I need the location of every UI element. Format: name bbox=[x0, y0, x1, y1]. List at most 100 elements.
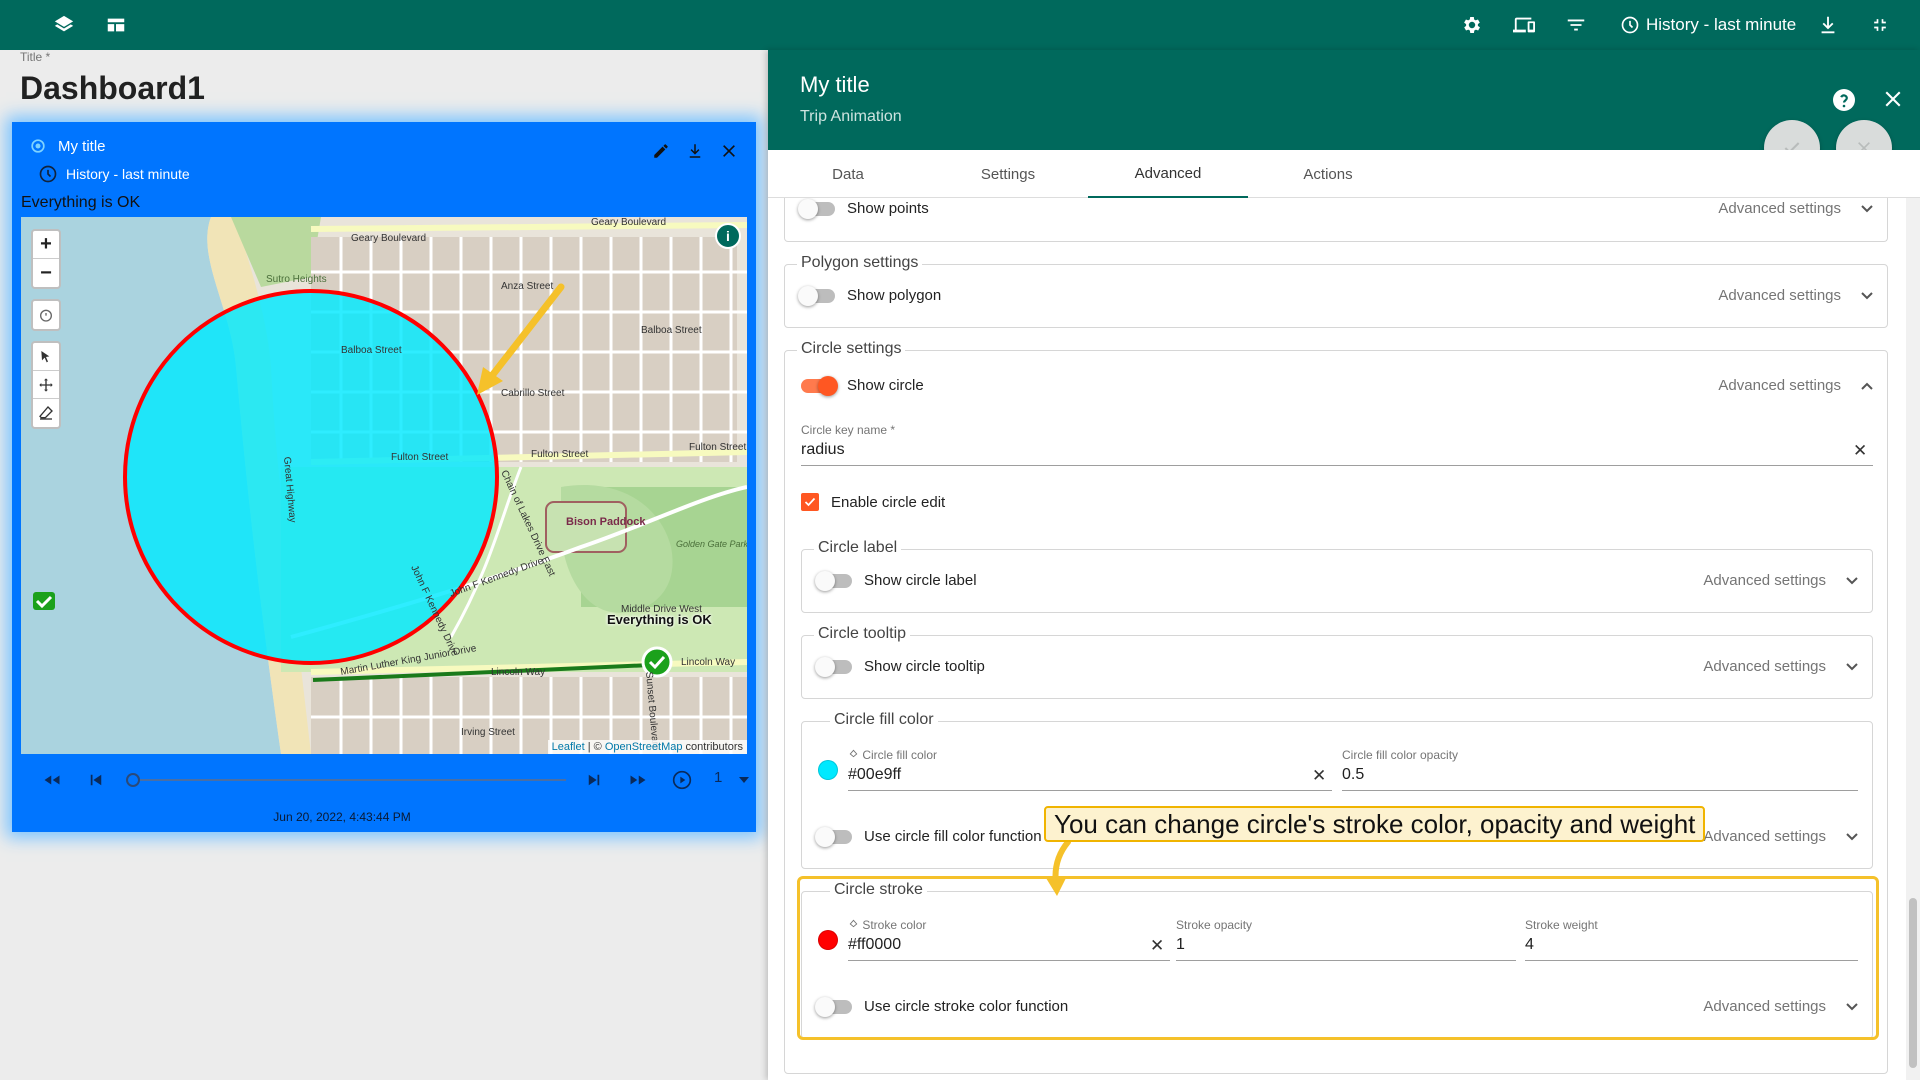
field-underline bbox=[848, 790, 1332, 791]
panel-header: My title Trip Animation bbox=[768, 50, 1920, 150]
filter-icon[interactable] bbox=[1564, 13, 1588, 37]
scrollbar[interactable] bbox=[1906, 198, 1920, 1080]
attribution-separator: | © bbox=[584, 741, 605, 753]
fullscreen-exit-icon[interactable] bbox=[1868, 13, 1892, 37]
fill-advanced-settings[interactable]: Advanced settings bbox=[1703, 828, 1858, 845]
show-polygon-label: Show polygon bbox=[847, 287, 942, 304]
tab-advanced[interactable]: Advanced bbox=[1088, 150, 1248, 198]
street-label: Balboa Street bbox=[641, 325, 702, 336]
polygon-settings-section: Polygon settings Show polygon Advanced s… bbox=[784, 254, 1888, 328]
fill-opacity-input[interactable]: 0.5 bbox=[1342, 766, 1364, 784]
layers-icon[interactable] bbox=[52, 13, 76, 37]
tab-actions[interactable]: Actions bbox=[1248, 150, 1408, 198]
download-icon[interactable] bbox=[684, 140, 706, 162]
edit-controls bbox=[31, 341, 61, 429]
show-polygon-row: Show polygon bbox=[798, 285, 942, 306]
show-polygon-toggle[interactable] bbox=[798, 285, 835, 306]
cursor-edit-icon[interactable] bbox=[33, 343, 59, 371]
fill-function-toggle[interactable] bbox=[815, 826, 852, 847]
widget-actions bbox=[650, 140, 740, 162]
park-label: Sutro Heights bbox=[266, 274, 327, 285]
close-icon[interactable] bbox=[718, 140, 740, 162]
tab-settings[interactable]: Settings bbox=[928, 150, 1088, 198]
circle-label-legend: Circle label bbox=[814, 539, 902, 557]
place-label: Golden Gate Park Polo Field and Stadium bbox=[676, 539, 747, 549]
move-icon[interactable] bbox=[33, 371, 59, 399]
widget-timewindow-label: History - last minute bbox=[66, 166, 190, 182]
close-icon[interactable] bbox=[1884, 90, 1906, 112]
widget-status-text: Everything is OK bbox=[21, 194, 141, 211]
fill-opacity-label: Circle fill color opacity bbox=[1342, 748, 1459, 762]
widget-timewindow: History - last minute bbox=[38, 164, 190, 184]
location-icon bbox=[31, 139, 45, 153]
fast-rewind-icon[interactable] bbox=[40, 768, 64, 792]
play-circle-icon[interactable] bbox=[670, 768, 694, 792]
show-points-row: Show points bbox=[798, 198, 929, 219]
circle-tooltip-advanced-settings[interactable]: Advanced settings bbox=[1703, 658, 1858, 675]
edit-icon[interactable] bbox=[650, 140, 672, 162]
settings-tabs: Data Settings Advanced Actions bbox=[768, 150, 1920, 198]
scrollbar-thumb[interactable] bbox=[1909, 898, 1917, 1068]
clock-icon bbox=[39, 165, 57, 183]
field-underline bbox=[801, 465, 1873, 466]
skip-previous-icon[interactable] bbox=[84, 768, 108, 792]
street-label: Fulton Street bbox=[531, 449, 588, 460]
timewindow-button[interactable]: History - last minute bbox=[1620, 13, 1796, 37]
chevron-up-icon bbox=[1861, 382, 1873, 390]
clear-icon[interactable]: ✕ bbox=[1853, 441, 1867, 461]
fill-color-swatch[interactable] bbox=[818, 760, 838, 780]
advanced-settings-label: Advanced settings bbox=[1718, 377, 1841, 394]
clear-icon[interactable]: ✕ bbox=[1312, 766, 1326, 786]
settings-icon[interactable] bbox=[1460, 13, 1484, 37]
points-advanced-settings[interactable]: Advanced settings bbox=[1718, 200, 1873, 217]
chevron-down-icon[interactable] bbox=[736, 768, 752, 792]
street-label: Fulton Street bbox=[391, 452, 448, 463]
panel-title: My title bbox=[800, 72, 870, 97]
show-circle-label: Show circle bbox=[847, 377, 924, 394]
map-tiles: Geary Boulevard Geary Boulevard Anza Str… bbox=[21, 217, 747, 754]
download-icon[interactable] bbox=[1816, 13, 1840, 37]
zoom-out-button[interactable]: − bbox=[33, 259, 59, 287]
widget-title: My title bbox=[58, 137, 106, 155]
timeline-thumb[interactable] bbox=[126, 773, 140, 787]
map-view[interactable]: Geary Boulevard Geary Boulevard Anza Str… bbox=[21, 217, 747, 754]
clock-icon bbox=[1621, 16, 1639, 34]
stroke-section-highlight bbox=[797, 876, 1879, 1040]
map-controls: + − bbox=[31, 229, 61, 439]
show-circle-label-toggle[interactable] bbox=[815, 570, 852, 591]
circle-advanced-settings[interactable]: Advanced settings bbox=[1718, 377, 1873, 394]
dashboard-title-input[interactable]: Dashboard1 bbox=[20, 70, 205, 107]
dashboard-layout-icon[interactable] bbox=[104, 13, 128, 37]
leaflet-link[interactable]: Leaflet bbox=[552, 741, 585, 753]
skip-next-icon[interactable] bbox=[582, 768, 606, 792]
fill-color-input[interactable]: #00e9ff bbox=[848, 766, 901, 784]
show-points-toggle[interactable] bbox=[798, 198, 835, 219]
show-circle-row: Show circle bbox=[801, 375, 924, 396]
trip-animation-widget: My title History - last minute Everythin… bbox=[12, 122, 756, 832]
marker-label: Everything is OK bbox=[607, 612, 712, 627]
info-icon[interactable]: i bbox=[715, 223, 741, 249]
show-circle-toggle[interactable] bbox=[801, 375, 838, 396]
help-icon[interactable] bbox=[1832, 88, 1856, 112]
circle-label-advanced-settings[interactable]: Advanced settings bbox=[1703, 572, 1858, 589]
top-app-bar: History - last minute bbox=[0, 0, 1920, 50]
timer-icon[interactable] bbox=[33, 301, 59, 329]
street-label: Irving Street bbox=[461, 727, 515, 738]
tab-data[interactable]: Data bbox=[768, 150, 928, 198]
osm-link[interactable]: OpenStreetMap bbox=[605, 741, 683, 753]
circle-tooltip-section: Circle tooltip Show circle tooltip Advan… bbox=[801, 625, 1873, 699]
devices-icon[interactable] bbox=[1512, 13, 1536, 37]
timeline-slider[interactable] bbox=[130, 779, 566, 781]
enable-circle-edit-checkbox[interactable] bbox=[801, 493, 819, 511]
show-circle-tooltip-toggle[interactable] bbox=[815, 656, 852, 677]
chevron-down-icon bbox=[1861, 204, 1873, 212]
fast-forward-icon[interactable] bbox=[626, 768, 650, 792]
speed-select[interactable]: 1 bbox=[714, 769, 722, 786]
zoom-in-button[interactable]: + bbox=[33, 231, 59, 259]
eraser-icon[interactable] bbox=[33, 399, 59, 427]
fill-function-label: Use circle fill color function bbox=[864, 828, 1042, 845]
tutorial-callout: You can change circle's stroke color, op… bbox=[1044, 806, 1706, 842]
check-icon bbox=[804, 497, 816, 507]
polygon-advanced-settings[interactable]: Advanced settings bbox=[1718, 287, 1873, 304]
circle-key-name-input[interactable]: radius bbox=[801, 441, 845, 459]
